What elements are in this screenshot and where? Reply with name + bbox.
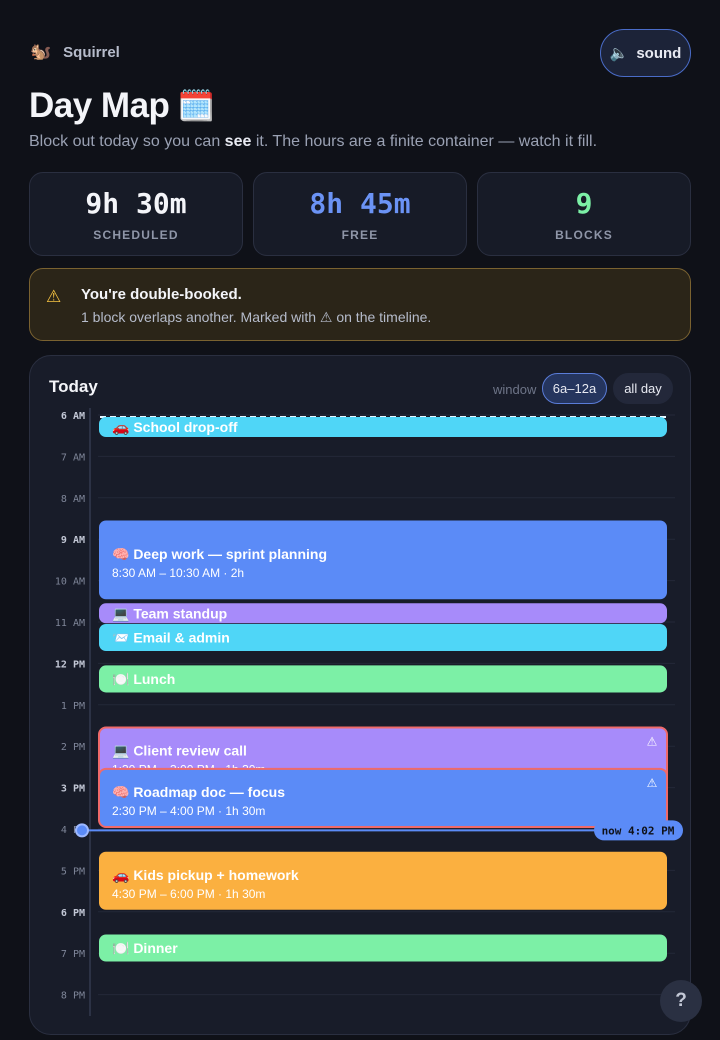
conflict-warning-icon: ⚠: [647, 776, 658, 790]
time-block[interactable]: [99, 934, 667, 962]
hour-label: 12 PM: [55, 659, 85, 670]
stat-scheduled: 9h 30m SCHEDULED: [29, 172, 243, 256]
block-time: 8:30 AM – 10:30 AM · 2h: [112, 566, 244, 580]
block-title: 🧠 Roadmap doc — focus: [112, 784, 285, 800]
alert-body: 1 block overlaps another. Marked with ⚠ …: [81, 309, 432, 325]
hour-label: 11 AM: [55, 618, 85, 629]
brand-name: Squirrel: [63, 43, 120, 61]
time-block[interactable]: [99, 665, 667, 693]
subtitle-text: Block out today so you can: [29, 133, 225, 150]
block-title: 🚗 Kids pickup + homework: [112, 867, 299, 884]
block-title: 💻 Client review call: [112, 743, 247, 760]
hour-label: 2 PM: [61, 742, 85, 753]
sound-label: sound: [636, 44, 682, 62]
stat-blocks: 9 BLOCKS: [477, 172, 691, 256]
hour-label: 8 AM: [61, 494, 85, 505]
hour-label: 6 AM: [61, 411, 85, 422]
brand: 🐿️ Squirrel: [30, 42, 120, 62]
sound-button[interactable]: 🔈 sound: [600, 29, 691, 77]
now-dot: [75, 823, 89, 838]
page-title: Day Map 🗓️: [29, 86, 215, 126]
speaker-icon: 🔈: [609, 45, 629, 62]
block-time: 4:30 PM – 6:00 PM · 1h 30m: [112, 887, 265, 901]
block-time: 2:30 PM – 4:00 PM · 1h 30m: [112, 804, 265, 818]
stat-label: SCHEDULED: [93, 228, 179, 242]
hour-label: 7 PM: [61, 949, 85, 960]
page-subtitle: Block out today so you can see it. The h…: [29, 133, 597, 151]
timeline-card: Today window 6a–12a all day 6 AM 7 AM 8 AM…: [29, 355, 691, 1035]
block-title: 💻 Team standup: [112, 605, 227, 622]
block-title: 🍽️ Lunch: [112, 671, 175, 687]
block-title: 🚗 School drop-off: [112, 419, 238, 436]
stat-label: FREE: [341, 228, 379, 242]
stat-free: 8h 45m FREE: [253, 172, 467, 256]
stat-value: 9h 30m: [85, 187, 187, 220]
stat-value: 9: [575, 187, 593, 220]
calendar-icon: 🗓️: [177, 89, 215, 123]
subtitle-emphasis: see: [224, 133, 252, 150]
hour-label: 1 PM: [61, 701, 85, 712]
stat-label: BLOCKS: [555, 228, 613, 242]
hour-label: 9 AM: [61, 535, 85, 546]
warning-icon: ⚠: [46, 287, 62, 306]
double-booked-alert: ⚠ You're double-booked. 1 block overlaps…: [29, 268, 691, 341]
now-label: now 4:02 PM: [602, 824, 675, 837]
block-title: 📨 Email & admin: [112, 630, 230, 646]
block-title: 🍽️ Dinner: [112, 940, 178, 956]
conflict-warning-icon: ⚠: [647, 735, 658, 749]
hour-label: 5 PM: [61, 866, 85, 877]
hour-label: 7 AM: [61, 452, 85, 463]
alert-title: You're double-booked.: [81, 286, 242, 303]
hour-label: 8 PM: [61, 991, 85, 1002]
page-title-text: Day Map: [29, 86, 170, 125]
timeline: 6 AM 7 AM 8 AM 9 AM 10 AM 11 AM 12 PM 1 PM 2 PM 3…: [55, 408, 683, 1016]
subtitle-text-end: it. The hours are a finite container — w…: [251, 133, 598, 150]
stat-value: 8h 45m: [309, 187, 411, 220]
hour-label: 3 PM: [61, 784, 85, 795]
block-title: 🧠 Deep work — sprint planning: [112, 546, 327, 562]
squirrel-icon: 🐿️: [30, 42, 52, 61]
hour-label: 10 AM: [55, 577, 85, 588]
help-button[interactable]: ?: [660, 980, 702, 1022]
hour-label: 6 PM: [61, 908, 85, 919]
